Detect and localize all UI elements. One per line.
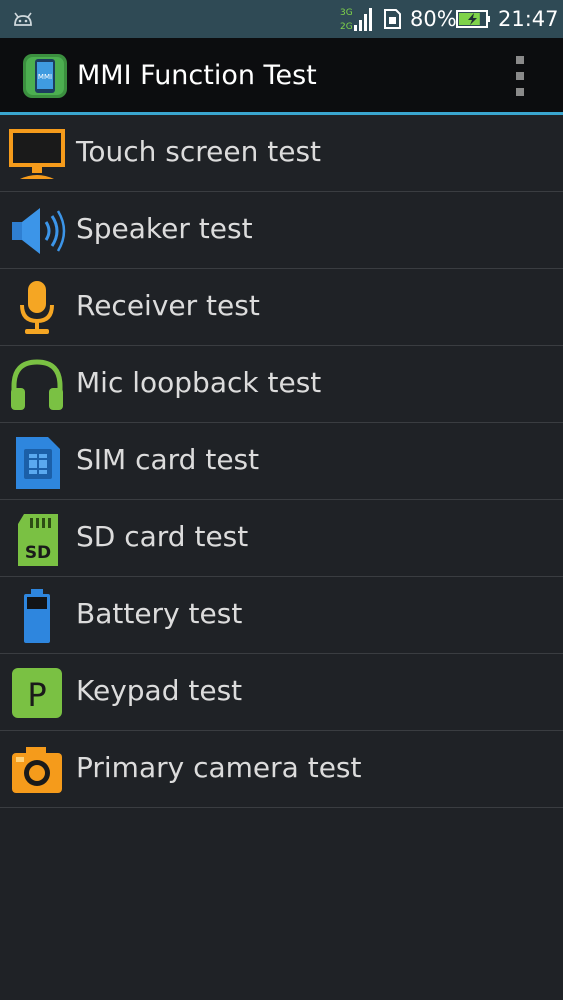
headphones-icon (11, 359, 63, 410)
list-item-label: Mic loopback test (76, 366, 322, 399)
sim-card-icon (16, 437, 60, 489)
list-item-label: Touch screen test (76, 135, 322, 168)
test-list: Touch screen test Speaker test Receiver … (0, 115, 563, 808)
svg-text:2G: 2G (340, 22, 353, 32)
microphone-icon (20, 281, 54, 334)
page-title: MMI Function Test (77, 60, 317, 91)
svg-text:SD: SD (25, 543, 51, 563)
keypad-p-icon: P (12, 668, 62, 718)
android-debug-icon (14, 12, 32, 26)
list-item-keypad-test[interactable]: P Keypad test (0, 654, 563, 731)
svg-text:3G: 3G (340, 8, 353, 18)
signal-strength-icon: 3G 2G (340, 8, 372, 32)
list-item-label: Keypad test (76, 674, 243, 707)
list-item-label: Receiver test (76, 289, 260, 322)
mmi-app-icon[interactable]: MMI (22, 53, 68, 99)
battery-charging-icon (456, 10, 490, 28)
sim-status-icon (384, 9, 401, 29)
list-item-label: Speaker test (76, 212, 253, 245)
list-item-label: Primary camera test (76, 751, 362, 784)
camera-icon (12, 747, 62, 793)
action-bar: MMI MMI Function Test (0, 38, 563, 115)
list-item-sim-card-test[interactable]: SIM card test (0, 423, 563, 500)
battery-icon (24, 589, 50, 643)
list-item-receiver-test[interactable]: Receiver test (0, 269, 563, 346)
svg-text:MMI: MMI (38, 73, 52, 81)
monitor-icon (9, 129, 65, 179)
status-bar: 3G 2G 80% 21:47 (0, 0, 563, 38)
list-item-touch-screen-test[interactable]: Touch screen test (0, 115, 563, 192)
speaker-icon (12, 208, 66, 254)
overflow-menu-icon[interactable] (506, 56, 534, 96)
svg-text:P: P (27, 676, 46, 714)
list-item-label: SD card test (76, 520, 249, 553)
list-item-battery-test[interactable]: Battery test (0, 577, 563, 654)
list-item-primary-camera-test[interactable]: Primary camera test (0, 731, 563, 808)
list-item-mic-loopback-test[interactable]: Mic loopback test (0, 346, 563, 423)
list-item-speaker-test[interactable]: Speaker test (0, 192, 563, 269)
sd-card-icon: SD (18, 514, 58, 566)
list-item-label: Battery test (76, 597, 243, 630)
list-item-sd-card-test[interactable]: SD SD card test (0, 500, 563, 577)
clock: 21:47 (498, 7, 559, 31)
battery-percent: 80% (410, 7, 457, 31)
list-item-label: SIM card test (76, 443, 260, 476)
